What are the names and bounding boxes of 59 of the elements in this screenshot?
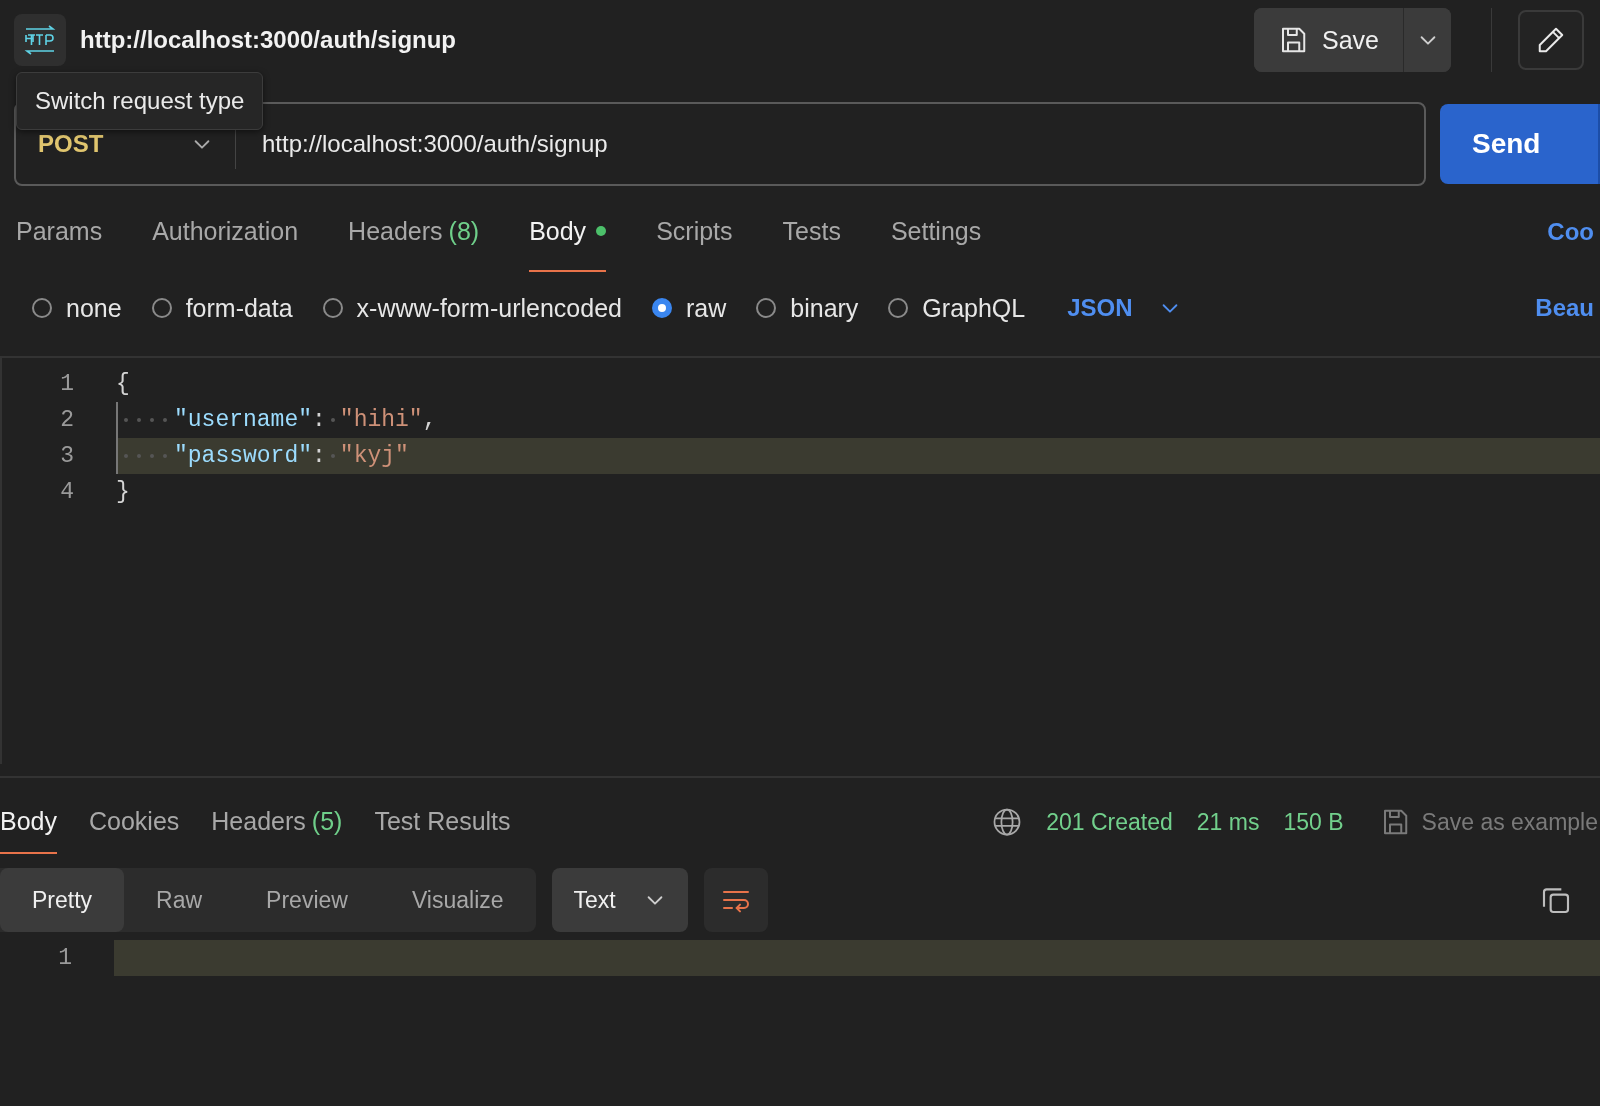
globe-icon[interactable]: [992, 807, 1023, 837]
request-tab[interactable]: Settings: [890, 192, 982, 272]
beautify-link[interactable]: Beau: [1535, 294, 1600, 322]
code-editor[interactable]: 1 { 2 "username": "hihi", 3 "password": "kyj" 4 }: [0, 356, 1600, 764]
code-token: :: [312, 443, 326, 469]
request-tab[interactable]: Params: [16, 192, 103, 272]
view-mode-tab[interactable]: Preview: [234, 868, 380, 932]
request-title: http://localhost:3000/auth/signup: [80, 25, 457, 55]
response-tab[interactable]: Body: [0, 790, 57, 854]
http-icon[interactable]: [14, 14, 66, 66]
code-token: }: [116, 479, 130, 505]
code-token: :: [312, 407, 326, 433]
code-token: {: [116, 371, 130, 397]
code-token: "kyj": [339, 443, 409, 469]
response-tab[interactable]: Test Results: [374, 790, 511, 854]
radio-label: x-www-form-urlencoded: [356, 293, 622, 323]
view-mode-tab[interactable]: Pretty: [0, 868, 125, 932]
code-token: "password": [174, 443, 313, 469]
response-time: 21 ms: [1196, 808, 1260, 836]
request-tab[interactable]: Headers (8): [348, 192, 480, 272]
radio-label: GraphQL: [922, 293, 1026, 323]
cookies-link[interactable]: Coo: [1547, 192, 1600, 272]
edit-button[interactable]: [1518, 10, 1584, 70]
code-token: "hihi": [339, 407, 423, 433]
line-number: 1: [59, 371, 74, 397]
view-mode-tab[interactable]: Visualize: [379, 868, 536, 932]
line-number: 3: [59, 443, 74, 469]
code-token: "username": [174, 407, 313, 433]
radio-button[interactable]: [32, 298, 52, 318]
send-button[interactable]: Send: [1440, 104, 1600, 184]
format-select[interactable]: Text: [551, 868, 688, 932]
radio-label: binary: [790, 293, 859, 323]
request-tab[interactable]: Tests: [782, 192, 841, 272]
format-select[interactable]: JSON: [1061, 293, 1187, 323]
request-tab[interactable]: Scripts: [656, 192, 733, 272]
radio-button[interactable]: [151, 298, 172, 318]
line-number: 1: [57, 945, 72, 971]
tooltip: Switch request type: [16, 72, 264, 130]
radio-button[interactable]: [322, 298, 343, 318]
save-example-button[interactable]: Save as example: [1367, 807, 1600, 837]
code-token: ,: [422, 407, 437, 433]
radio-button[interactable]: [888, 298, 909, 318]
radio-button[interactable]: [756, 298, 777, 318]
line-number: 2: [59, 407, 74, 433]
view-mode-tab[interactable]: Raw: [124, 868, 235, 932]
radio-label: none: [66, 293, 122, 323]
radio-label: form-data: [185, 293, 293, 323]
response-tab[interactable]: Cookies: [89, 790, 180, 854]
response-tab[interactable]: Headers (5): [211, 790, 343, 854]
wrap-button[interactable]: [703, 868, 768, 932]
response-size: 150 B: [1283, 808, 1344, 836]
pencil-icon: [1536, 25, 1566, 55]
request-tab[interactable]: Body: [529, 192, 607, 272]
radio-label: raw: [685, 293, 727, 323]
status-code: 201 Created: [1046, 808, 1173, 836]
request-tab[interactable]: Authorization: [152, 192, 299, 272]
radio-button[interactable]: [651, 298, 672, 318]
method-select[interactable]: POST: [16, 119, 236, 169]
line-number: 4: [59, 479, 74, 505]
